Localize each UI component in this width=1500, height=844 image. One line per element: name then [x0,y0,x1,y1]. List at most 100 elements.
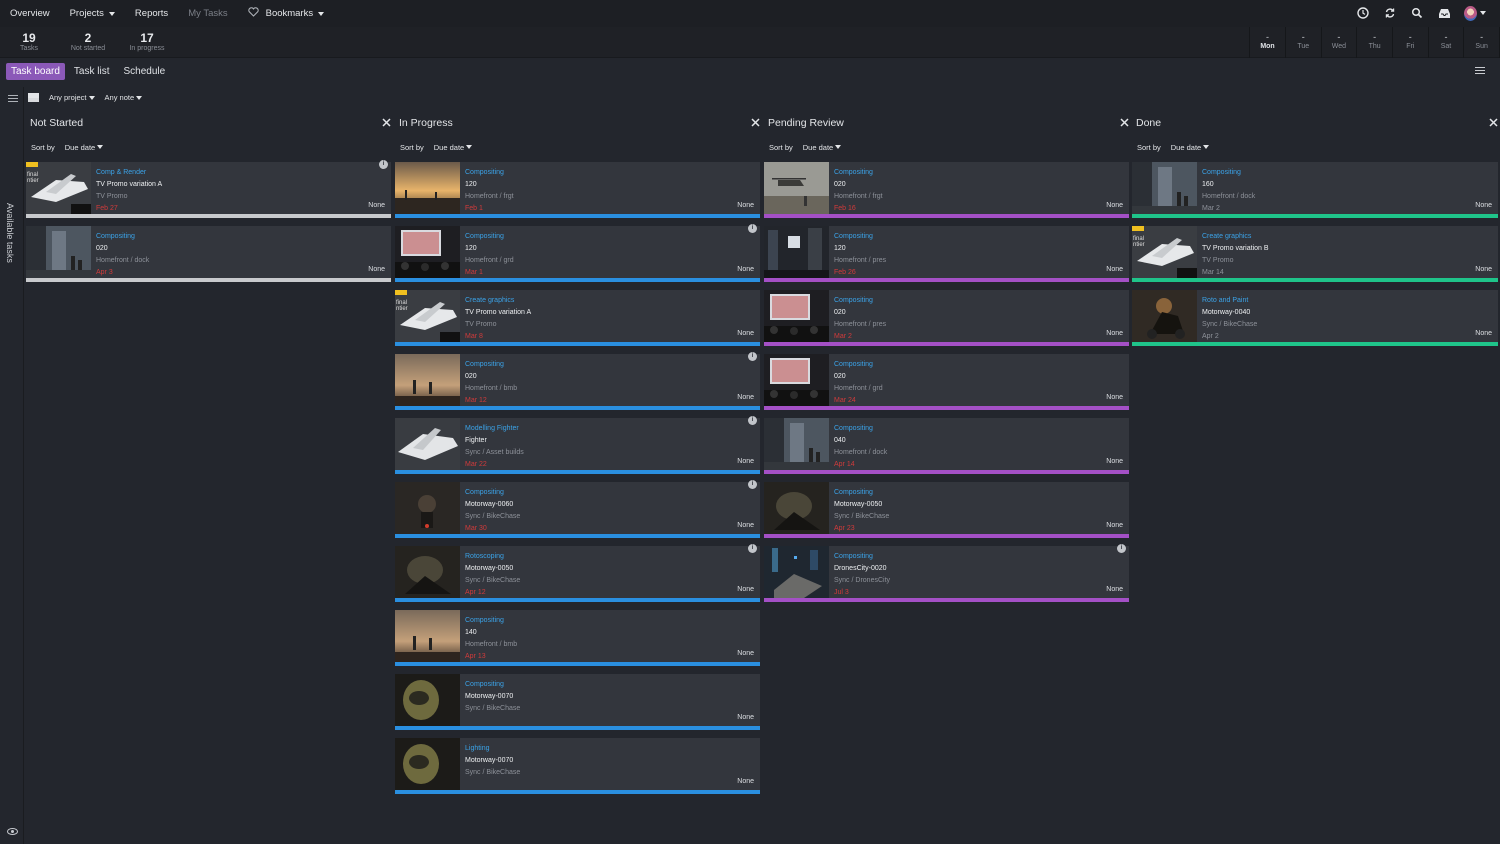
list-icon[interactable] [8,95,18,104]
hamburger-menu-icon[interactable] [1475,67,1485,76]
status-bar [395,662,760,666]
task-type-link[interactable]: Compositing [834,167,1123,179]
task-card[interactable]: Compositing DronesCity-0020 Sync / DronesC… [764,544,1129,602]
task-card[interactable]: final ntier Create graphics TV Promo variat… [1132,226,1498,282]
task-name: 160 [1202,181,1214,188]
nav-item-overview[interactable]: Overview [10,8,50,19]
task-card[interactable]: Compositing 020 Homefront / grd Mar 24 None [764,354,1129,410]
search-icon[interactable] [1410,6,1424,20]
day-mon[interactable]: - Mon [1250,27,1286,58]
info-icon[interactable]: i [748,224,757,233]
chevron-down-icon [1480,11,1486,15]
task-path: TV Promo [96,193,128,200]
task-type-link[interactable]: Compositing [834,423,1123,435]
note-filter[interactable]: Any note [105,93,143,102]
close-icon[interactable] [1120,116,1129,129]
close-icon[interactable] [751,116,760,129]
user-avatar[interactable] [1464,5,1486,21]
task-card[interactable]: Compositing 140 Homefront / bmb Apr 13 None [395,610,760,666]
sort-dropdown[interactable]: Due date [1171,143,1210,152]
status-bar [26,278,391,282]
clock-icon[interactable] [1356,6,1370,20]
task-card[interactable]: Rotoscoping Motorway-0050 Sync / BikeChase… [395,544,760,602]
task-type-link[interactable]: Lighting [465,743,754,755]
day-thu[interactable]: - Thu [1357,27,1393,58]
heart-icon [247,7,259,20]
project-filter[interactable]: Any project [49,93,95,102]
task-card[interactable]: Compositing Motorway-0050 Sync / BikeChase… [764,482,1129,538]
sync-icon[interactable] [1383,6,1397,20]
task-card[interactable]: Compositing 020 Homefront / frgt Feb 16 None [764,162,1129,218]
eye-icon[interactable] [7,828,18,835]
task-card[interactable]: Compositing Motorway-0060 Sync / BikeChase… [395,480,760,538]
task-card[interactable]: final ntier Comp & Render TV Promo variatio… [26,160,391,218]
day-sun[interactable]: - Sun [1464,27,1500,58]
task-type-link[interactable]: Compositing [1202,167,1492,179]
day-sat[interactable]: - Sat [1429,27,1465,58]
available-tasks-label[interactable]: Available tasks [5,203,15,263]
nav-item-reports[interactable]: Reports [135,8,168,19]
day-tue[interactable]: - Tue [1286,27,1322,58]
task-card[interactable]: Compositing Motorway-0070 Sync / BikeChase… [395,674,760,730]
svg-text:ntier: ntier [396,306,408,312]
task-type-link[interactable]: Compositing [465,231,754,243]
status-label: None [1475,266,1492,273]
sort-dropdown[interactable]: Due date [803,143,842,152]
task-card[interactable]: Compositing 020 Homefront / bmb Mar 12 None i [395,352,760,410]
info-icon[interactable]: i [748,352,757,361]
day-wed[interactable]: - Wed [1322,27,1358,58]
task-type-link[interactable]: Compositing [834,551,1123,563]
task-type-link[interactable]: Compositing [96,231,385,243]
task-type-link[interactable]: Compositing [834,487,1123,499]
task-type-link[interactable]: Compositing [834,231,1123,243]
task-card[interactable]: Compositing 040 Homefront / dock Apr 14 None [764,418,1129,474]
nav-item-bookmarks[interactable]: Bookmarks [247,7,325,20]
tab-task-list[interactable]: Task list [69,63,115,80]
task-card[interactable]: Modelling Fighter Fighter Sync / Asset bui… [395,416,760,474]
inbox-icon[interactable] [1437,6,1451,20]
task-type-link[interactable]: Roto and Paint [1202,295,1492,307]
task-name: 120 [834,245,846,252]
task-card[interactable]: Lighting Motorway-0070 Sync / BikeChase Non… [395,738,760,794]
tab-task-board[interactable]: Task board [6,63,65,80]
task-thumbnail [395,418,460,470]
task-path: Sync / BikeChase [1202,321,1258,328]
info-icon[interactable]: i [748,480,757,489]
task-type-link[interactable]: Create graphics [1202,231,1492,243]
nav-item-my-tasks[interactable]: My Tasks [188,8,227,19]
card-view-icon[interactable] [28,93,39,102]
task-card[interactable]: final ntier Create graphics TV Promo variat… [395,290,760,346]
top-nav: Overview Projects Reports My Tasks Bookmarks [0,0,1500,27]
task-card[interactable]: Compositing 020 Homefront / pres Mar 2 None [764,290,1129,346]
info-icon[interactable]: i [748,544,757,553]
sort-dropdown[interactable]: Due date [434,143,473,152]
task-type-link[interactable]: Rotoscoping [465,551,754,563]
info-icon[interactable]: i [748,416,757,425]
close-icon[interactable] [382,116,391,129]
task-card[interactable]: Compositing 120 Homefront / frgt Feb 1 None [395,162,760,218]
day-fri[interactable]: - Fri [1393,27,1429,58]
task-type-link[interactable]: Compositing [465,359,754,371]
close-icon[interactable] [1489,116,1498,129]
task-type-link[interactable]: Compositing [465,679,754,691]
task-card[interactable]: Compositing 120 Homefront / grd Mar 1 None i [395,224,760,282]
task-type-link[interactable]: Create graphics [465,295,754,307]
task-type-link[interactable]: Compositing [465,167,754,179]
column-header: Not Started [26,113,391,132]
task-type-link[interactable]: Comp & Render [96,167,385,179]
task-type-link[interactable]: Compositing [465,487,754,499]
task-card[interactable]: Compositing 120 Homefront / pres Feb 26 None [764,226,1129,282]
task-card[interactable]: Roto and Paint Motorway-0040 Sync / BikeCh… [1132,290,1498,346]
task-type-link[interactable]: Compositing [465,615,754,627]
tab-schedule[interactable]: Schedule [118,63,170,80]
sort-dropdown[interactable]: Due date [65,143,104,152]
task-card[interactable]: Compositing 020 Homefront / dock Apr 3 None [26,226,391,282]
info-icon[interactable]: i [1117,544,1126,553]
task-type-link[interactable]: Modelling Fighter [465,423,754,435]
task-card[interactable]: Compositing 160 Homefront / dock Mar 2 None [1132,162,1498,218]
task-thumbnail: final ntier [1132,226,1197,278]
task-type-link[interactable]: Compositing [834,295,1123,307]
task-type-link[interactable]: Compositing [834,359,1123,371]
nav-item-projects[interactable]: Projects [70,8,115,19]
info-icon[interactable]: i [379,160,388,169]
